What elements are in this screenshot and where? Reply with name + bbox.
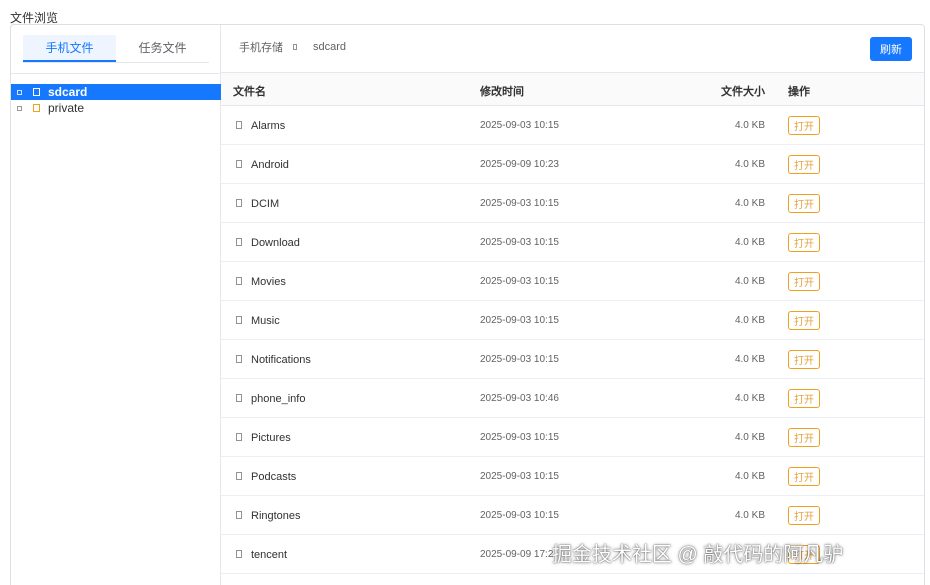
tree-node-sdcard[interactable]: sdcard: [11, 84, 221, 100]
table-header: 文件名 修改时间 文件大小 操作: [221, 73, 924, 106]
chevron-right-icon: [293, 44, 297, 50]
modified-time: 2025-09-03 10:15: [480, 354, 559, 365]
modified-time: 2025-09-03 10:46: [480, 393, 559, 404]
file-name[interactable]: Movies: [251, 276, 286, 288]
modified-time: 2025-09-03 10:15: [480, 510, 559, 521]
file-size: 4.0 KB: [734, 198, 765, 209]
file-size: 4.0 KB: [734, 393, 765, 404]
file-icon: [236, 199, 242, 207]
table-row[interactable]: Pictures 2025-09-03 10:15 4.0 KB 打开: [221, 418, 924, 457]
file-name[interactable]: Pictures: [251, 432, 291, 444]
file-icon: [236, 394, 242, 402]
file-icon: [236, 121, 242, 129]
file-name[interactable]: phone_info: [251, 393, 305, 405]
table-row[interactable]: Notifications 2025-09-03 10:15 4.0 KB 打开: [221, 340, 924, 379]
open-button[interactable]: 打开: [788, 467, 820, 486]
folder-tree: sdcard private: [11, 84, 221, 116]
file-icon: [236, 277, 242, 285]
file-browser-panel: 手机文件 任务文件 sdcard private 手机存储 sdcard 刷新 …: [10, 24, 925, 585]
table-row[interactable]: Alarms 2025-09-03 10:15 4.0 KB 打开: [221, 106, 924, 145]
file-size: 4.0 KB: [734, 237, 765, 248]
modified-time: 2025-09-03 10:15: [480, 198, 559, 209]
tab-task-files[interactable]: 任务文件: [116, 35, 209, 62]
file-icon: [236, 511, 242, 519]
file-size: 4.0 KB: [734, 354, 765, 365]
open-button[interactable]: 打开: [788, 506, 820, 525]
modified-time: 2025-09-03 10:15: [480, 315, 559, 326]
file-name[interactable]: tencent: [251, 549, 287, 561]
folder-icon: [33, 88, 40, 96]
file-name[interactable]: Android: [251, 159, 289, 171]
file-name[interactable]: Alarms: [251, 120, 285, 132]
file-name[interactable]: Podcasts: [251, 471, 296, 483]
file-icon: [236, 433, 242, 441]
modified-time: 2025-09-09 10:23: [480, 159, 559, 170]
modified-time: 2025-09-09 17:2: [480, 549, 554, 560]
table-row[interactable]: Ringtones 2025-09-03 10:15 4.0 KB 打开: [221, 496, 924, 535]
open-button[interactable]: 打开: [788, 311, 820, 330]
open-button[interactable]: 打开: [788, 428, 820, 447]
table-row[interactable]: Download 2025-09-03 10:15 4.0 KB 打开: [221, 223, 924, 262]
modified-time: 2025-09-03 10:15: [480, 120, 559, 131]
file-list: Alarms 2025-09-03 10:15 4.0 KB 打开 Android 202…: [221, 106, 924, 574]
file-icon: [236, 238, 242, 246]
table-row[interactable]: Music 2025-09-03 10:15 4.0 KB 打开: [221, 301, 924, 340]
column-header-time: 修改时间: [480, 86, 524, 98]
expand-icon[interactable]: [17, 89, 22, 95]
tree-node-private[interactable]: private: [11, 100, 221, 116]
file-size: 4.0 KB: [734, 159, 765, 170]
column-header-size: 文件大小: [721, 86, 765, 98]
file-icon: [236, 316, 242, 324]
open-button[interactable]: 打开: [788, 194, 820, 213]
open-button[interactable]: 打开: [788, 272, 820, 291]
file-name[interactable]: Music: [251, 315, 280, 327]
modified-time: 2025-09-03 10:15: [480, 471, 559, 482]
file-size: 4.0 KB: [734, 510, 765, 521]
file-icon: [236, 355, 242, 363]
file-name[interactable]: Download: [251, 237, 300, 249]
file-size: 4.0 KB: [734, 315, 765, 326]
table-row[interactable]: Podcasts 2025-09-03 10:15 4.0 KB 打开: [221, 457, 924, 496]
tab-phone-files[interactable]: 手机文件: [23, 35, 116, 62]
sidebar: 手机文件 任务文件 sdcard private: [11, 25, 221, 585]
file-name[interactable]: Ringtones: [251, 510, 301, 522]
open-button[interactable]: 打开: [788, 116, 820, 135]
file-size: 4.0 KB: [734, 276, 765, 287]
column-header-action: 操作: [788, 86, 810, 98]
watermark: 掘金技术社区 @ 敲代码的阿凡驴: [552, 544, 844, 566]
file-icon: [236, 550, 242, 558]
table-row[interactable]: Android 2025-09-09 10:23 4.0 KB 打开: [221, 145, 924, 184]
table-row[interactable]: phone_info 2025-09-03 10:46 4.0 KB 打开: [221, 379, 924, 418]
file-size: 4.0 KB: [734, 471, 765, 482]
table-row[interactable]: Movies 2025-09-03 10:15 4.0 KB 打开: [221, 262, 924, 301]
file-name[interactable]: Notifications: [251, 354, 311, 366]
file-icon: [236, 472, 242, 480]
tree-node-label: sdcard: [48, 85, 88, 99]
table-row[interactable]: DCIM 2025-09-03 10:15 4.0 KB 打开: [221, 184, 924, 223]
file-size: 4.0 KB: [734, 432, 765, 443]
tree-node-label: private: [48, 101, 85, 115]
toolbar: 手机存储 sdcard 刷新: [221, 25, 924, 73]
expand-icon[interactable]: [17, 105, 22, 111]
refresh-button[interactable]: 刷新: [870, 37, 912, 61]
breadcrumb-item-sdcard[interactable]: sdcard: [313, 41, 346, 53]
folder-icon: [33, 104, 40, 112]
open-button[interactable]: 打开: [788, 350, 820, 369]
open-button[interactable]: 打开: [788, 389, 820, 408]
file-name[interactable]: DCIM: [251, 198, 279, 210]
modified-time: 2025-09-03 10:15: [480, 237, 559, 248]
sidebar-tabs: 手机文件 任务文件: [23, 35, 209, 63]
breadcrumb-item-phone-storage[interactable]: 手机存储: [239, 39, 283, 55]
file-size: 4.0 KB: [734, 120, 765, 131]
column-header-name: 文件名: [233, 86, 266, 98]
divider: [11, 73, 221, 74]
breadcrumb: 手机存储 sdcard: [239, 39, 346, 55]
main-content: 手机存储 sdcard 刷新 文件名 修改时间 文件大小 操作 Alarms 20…: [221, 25, 924, 585]
file-icon: [236, 160, 242, 168]
open-button[interactable]: 打开: [788, 155, 820, 174]
modified-time: 2025-09-03 10:15: [480, 432, 559, 443]
open-button[interactable]: 打开: [788, 233, 820, 252]
modified-time: 2025-09-03 10:15: [480, 276, 559, 287]
